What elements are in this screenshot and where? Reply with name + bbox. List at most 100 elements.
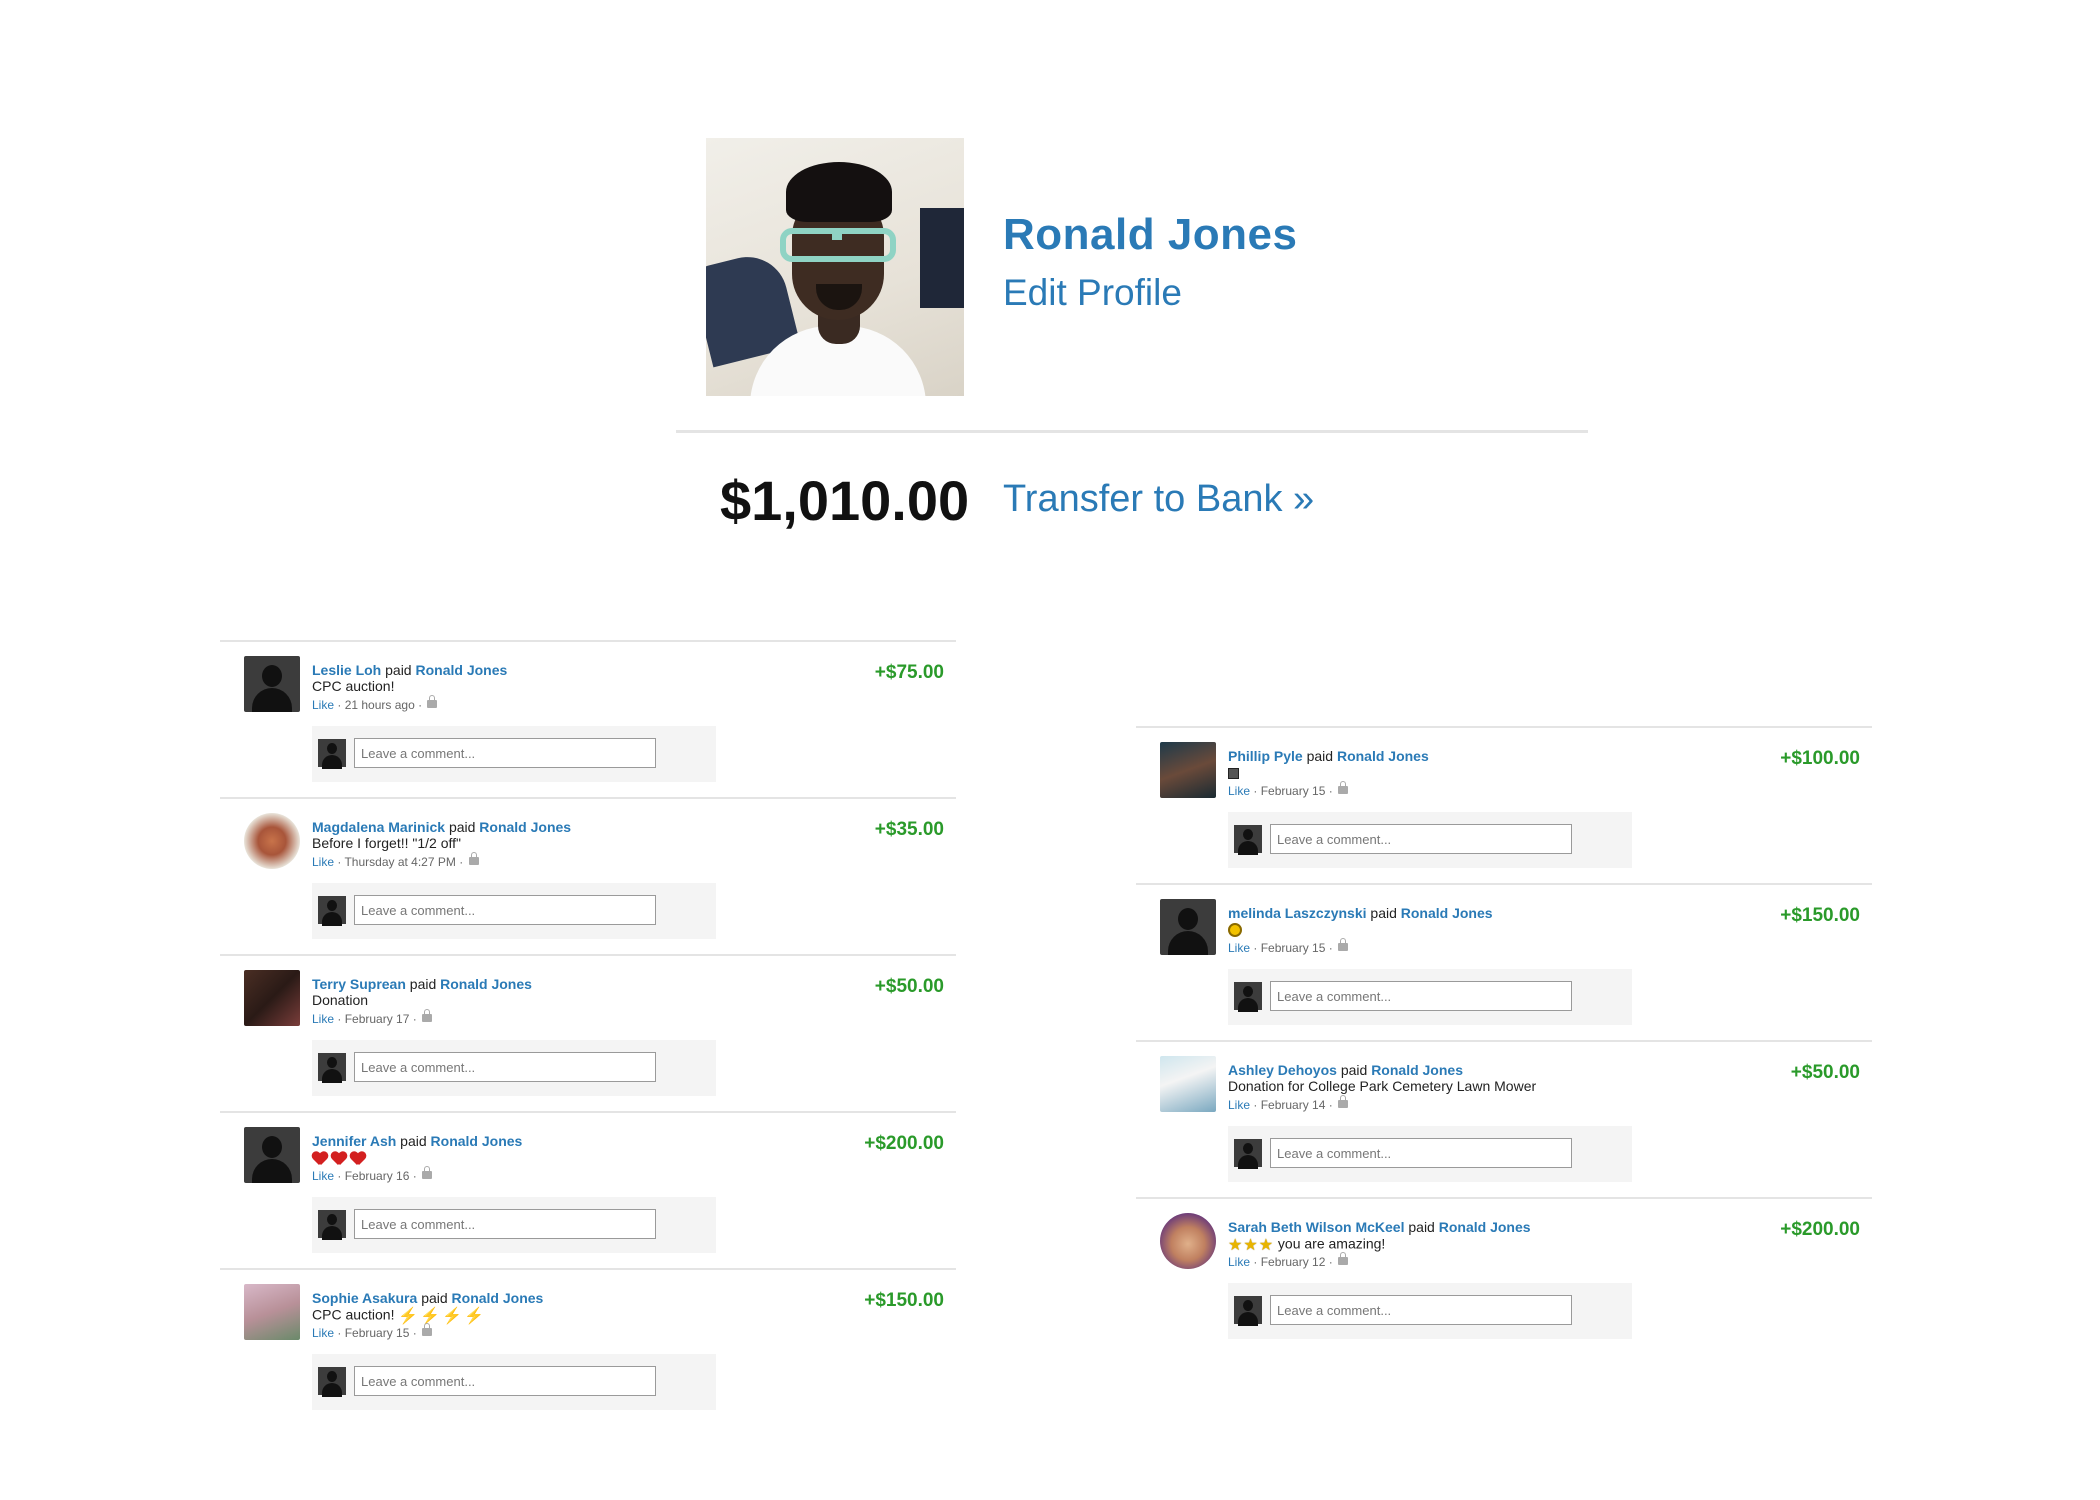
story-header: Jennifer Ash paid Ronald Jones <box>312 1133 522 1149</box>
star-icon: ★ <box>1258 1237 1274 1254</box>
timestamp: February 12 <box>1260 1255 1326 1269</box>
comment-box <box>312 726 716 782</box>
paid-word: paid <box>1370 905 1397 921</box>
story-meta: Like · 21 hours ago · <box>312 695 438 712</box>
payer-link[interactable]: melinda Laszczynski <box>1228 905 1367 921</box>
story-header: Leslie Loh paid Ronald Jones <box>312 662 507 678</box>
like-link[interactable]: Like <box>312 698 334 712</box>
timestamp: February 16 <box>344 1169 410 1183</box>
profile-name[interactable]: Ronald Jones <box>1003 210 1298 260</box>
story-header: Sarah Beth Wilson McKeel paid Ronald Jon… <box>1228 1219 1531 1235</box>
avatar[interactable] <box>244 1284 300 1340</box>
payment-feed-left: Leslie Loh paid Ronald Jones CPC auction… <box>220 640 956 1425</box>
heart-icon <box>331 1151 347 1166</box>
avatar <box>1234 982 1262 1012</box>
payee-link[interactable]: Ronald Jones <box>431 1133 523 1149</box>
comment-input[interactable] <box>354 1366 656 1396</box>
payee-link[interactable]: Ronald Jones <box>1401 905 1493 921</box>
timestamp: February 15 <box>1260 941 1326 955</box>
story-header: Phillip Pyle paid Ronald Jones <box>1228 748 1429 764</box>
paid-word: paid <box>421 1290 448 1306</box>
payment-story: Leslie Loh paid Ronald Jones CPC auction… <box>220 640 956 797</box>
payer-link[interactable]: Magdalena Marinick <box>312 819 445 835</box>
payment-note: CPC auction! <box>312 678 395 694</box>
payment-story: melinda Laszczynski paid Ronald Jones Li… <box>1136 883 1872 1040</box>
like-link[interactable]: Like <box>1228 1255 1250 1269</box>
comment-input[interactable] <box>354 738 656 768</box>
comment-input[interactable] <box>1270 1295 1572 1325</box>
payee-link[interactable]: Ronald Jones <box>452 1290 544 1306</box>
payer-link[interactable]: Ashley Dehoyos <box>1228 1062 1337 1078</box>
comment-input[interactable] <box>354 895 656 925</box>
like-link[interactable]: Like <box>312 1012 334 1026</box>
avatar[interactable] <box>244 656 300 712</box>
comment-box <box>1228 969 1632 1025</box>
avatar[interactable] <box>1160 1056 1216 1112</box>
avatar <box>318 1367 346 1397</box>
payment-story: Magdalena Marinick paid Ronald Jones Bef… <box>220 797 956 954</box>
story-meta: Like · February 17 · <box>312 1009 433 1026</box>
story-meta: Like · February 14 · <box>1228 1095 1349 1112</box>
lock-icon <box>1338 781 1349 794</box>
payment-amount: +$50.00 <box>874 976 944 997</box>
lock-icon <box>422 1009 433 1022</box>
comment-input[interactable] <box>354 1209 656 1239</box>
like-link[interactable]: Like <box>1228 784 1250 798</box>
bolt-icon: ⚡ <box>442 1308 463 1325</box>
story-header: melinda Laszczynski paid Ronald Jones <box>1228 905 1493 921</box>
avatar[interactable] <box>1160 1213 1216 1269</box>
profile-photo[interactable] <box>706 138 964 396</box>
paid-word: paid <box>1340 1062 1368 1078</box>
story-meta: Like · February 15 · <box>1228 781 1349 798</box>
payment-amount: +$75.00 <box>874 662 944 683</box>
avatar[interactable] <box>244 970 300 1026</box>
payer-link[interactable]: Terry Suprean <box>312 976 406 992</box>
like-link[interactable]: Like <box>312 1326 334 1340</box>
payment-story: Terry Suprean paid Ronald Jones Donation… <box>220 954 956 1111</box>
comment-input[interactable] <box>354 1052 656 1082</box>
avatar <box>318 1053 346 1083</box>
payee-link[interactable]: Ronald Jones <box>440 976 532 992</box>
payer-link[interactable]: Jennifer Ash <box>312 1133 396 1149</box>
payer-link[interactable]: Phillip Pyle <box>1228 748 1303 764</box>
star-icon: ★ <box>1243 1237 1258 1254</box>
comment-input[interactable] <box>1270 981 1572 1011</box>
avatar[interactable] <box>244 813 300 869</box>
lock-icon <box>422 1166 433 1179</box>
payer-link[interactable]: Sophie Asakura <box>312 1290 417 1306</box>
like-link[interactable]: Like <box>1228 1098 1250 1112</box>
lock-icon <box>427 695 438 708</box>
bolt-icon: ⚡ <box>464 1308 485 1325</box>
comment-input[interactable] <box>1270 824 1572 854</box>
edit-profile-link[interactable]: Edit Profile <box>1003 272 1182 314</box>
account-balance: $1,010.00 <box>720 469 970 532</box>
payment-note-text: CPC auction! <box>312 1306 395 1323</box>
story-meta: Like · February 16 · <box>312 1166 433 1183</box>
comment-input[interactable] <box>1270 1138 1572 1168</box>
avatar[interactable] <box>1160 899 1216 955</box>
bolt-icon: ⚡ <box>420 1308 441 1325</box>
payer-link[interactable]: Leslie Loh <box>312 662 381 678</box>
like-link[interactable]: Like <box>312 1169 334 1183</box>
like-link[interactable]: Like <box>312 855 334 869</box>
avatar[interactable] <box>1160 742 1216 798</box>
lock-icon <box>1338 1095 1349 1108</box>
timestamp: February 17 <box>344 1012 410 1026</box>
avatar <box>318 1210 346 1240</box>
timestamp: Thursday at 4:27 PM <box>344 855 456 869</box>
payment-story: Phillip Pyle paid Ronald Jones Like · Fe… <box>1136 726 1872 883</box>
payee-link[interactable]: Ronald Jones <box>1439 1219 1531 1235</box>
payment-amount: +$150.00 <box>864 1290 944 1311</box>
payee-link[interactable]: Ronald Jones <box>479 819 571 835</box>
payment-story: Ashley Dehoyos paid Ronald Jones Donatio… <box>1136 1040 1872 1197</box>
avatar[interactable] <box>244 1127 300 1183</box>
payee-link[interactable]: Ronald Jones <box>1337 748 1429 764</box>
payer-link[interactable]: Sarah Beth Wilson McKeel <box>1228 1219 1404 1235</box>
like-link[interactable]: Like <box>1228 941 1250 955</box>
timestamp: February 15 <box>1260 784 1326 798</box>
payee-link[interactable]: Ronald Jones <box>415 662 507 678</box>
divider <box>676 430 1588 433</box>
payee-link[interactable]: Ronald Jones <box>1371 1062 1463 1078</box>
payment-note: Donation <box>312 992 369 1008</box>
transfer-to-bank-link[interactable]: Transfer to Bank » <box>1003 478 1314 521</box>
